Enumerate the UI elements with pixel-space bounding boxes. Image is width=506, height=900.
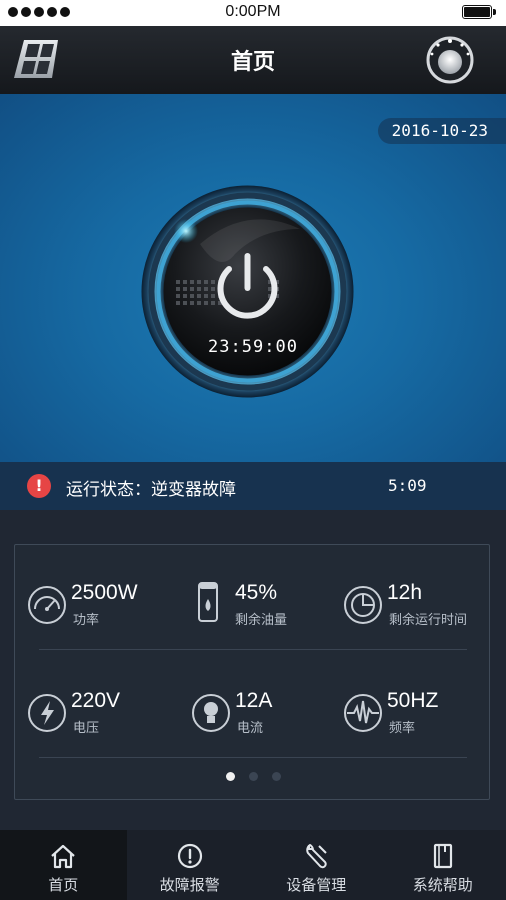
wrench-icon xyxy=(306,843,327,869)
battery-icon xyxy=(462,5,496,19)
metric-label: 电流 xyxy=(237,721,264,736)
waveform-icon xyxy=(344,694,382,732)
date-badge: 2016-10-23 xyxy=(377,118,506,144)
run-status-time: 5:09 xyxy=(388,476,427,495)
metric-voltage: 220V 电压 xyxy=(27,689,177,745)
bottom-tab-bar: 首页 故障报警 设备管理 系统帮助 xyxy=(0,830,506,900)
page-dot[interactable] xyxy=(271,772,281,781)
tab-label: 故障报警 xyxy=(159,876,220,894)
home-icon xyxy=(51,844,75,869)
metric-frequency: 50HZ 频率 xyxy=(343,689,493,745)
page-dot[interactable] xyxy=(248,772,258,781)
page-dot-active[interactable] xyxy=(225,772,235,781)
metric-fuel: 45% 剩余油量 xyxy=(187,581,337,637)
alarm-icon xyxy=(177,843,202,869)
alert-icon: ! xyxy=(27,474,51,498)
top-nav-bar: 首页 xyxy=(0,26,506,95)
metric-label: 功率 xyxy=(73,613,100,628)
metric-power: 2500W 功率 xyxy=(27,581,177,637)
metric-current: 12A 电流 xyxy=(191,689,341,745)
clock-pie-icon xyxy=(344,586,382,624)
metric-label: 频率 xyxy=(389,721,416,736)
metric-runtime: 12h 剩余运行时间 xyxy=(343,581,493,637)
tab-home[interactable]: 首页 xyxy=(0,830,127,900)
tab-device-management[interactable]: 设备管理 xyxy=(253,830,380,900)
tab-fault-alarm[interactable]: 故障报警 xyxy=(127,830,254,900)
metric-value: 50HZ xyxy=(387,689,439,712)
metric-label: 电压 xyxy=(73,721,100,736)
status-time: 0:00PM xyxy=(225,3,281,20)
metric-value: 12h xyxy=(387,581,423,604)
system-status-bar: 0:00PM xyxy=(0,0,506,26)
power-button[interactable] xyxy=(140,184,355,399)
lightning-icon xyxy=(28,694,66,732)
bulb-icon xyxy=(192,694,230,732)
metric-value: 220V xyxy=(71,689,121,712)
run-status-label: 运行状态：逆变器故障 xyxy=(66,480,236,500)
tab-label: 设备管理 xyxy=(286,876,347,894)
metric-label: 剩余运行时间 xyxy=(389,613,468,628)
metric-value: 2500W xyxy=(71,581,138,604)
power-hero-section: 2016-10-23 23:59:00 xyxy=(0,94,506,462)
page-indicator[interactable] xyxy=(15,772,491,781)
fuel-tank-icon xyxy=(198,582,218,622)
metrics-divider xyxy=(39,649,467,650)
metric-value: 45% xyxy=(235,581,278,604)
tab-label: 首页 xyxy=(48,876,79,894)
run-status-bar: ! 运行状态：逆变器故障 5:09 xyxy=(0,462,506,510)
metric-value: 12A xyxy=(235,689,273,712)
power-meter-icon xyxy=(28,586,66,624)
metrics-divider xyxy=(39,757,467,758)
book-icon xyxy=(433,843,452,869)
countdown-timer: 23:59:00 xyxy=(208,337,298,357)
metrics-panel[interactable]: 2500W 功率 45% 剩余油量 12h 剩余运行时间 220V 电压 12A… xyxy=(14,544,490,800)
metric-label: 剩余油量 xyxy=(235,613,288,628)
tab-system-help[interactable]: 系统帮助 xyxy=(380,830,506,900)
user-profile-icon[interactable] xyxy=(426,36,474,84)
tab-label: 系统帮助 xyxy=(412,876,473,894)
